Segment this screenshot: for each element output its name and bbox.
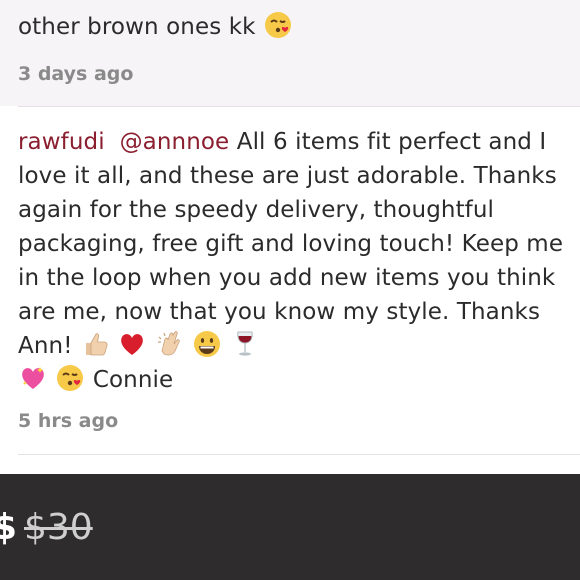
comment-signature: Connie xyxy=(92,367,174,393)
sparkling-heart-emoji-icon xyxy=(18,363,48,393)
previous-comment-message: other brown ones kk xyxy=(18,14,256,40)
comment-mention-link[interactable]: @annnoe xyxy=(120,129,230,155)
main-comment-timestamp: 5 hrs ago xyxy=(18,410,119,432)
previous-comment-text: other brown ones kk xyxy=(18,10,293,44)
previous-comment-timestamp: 3 days ago xyxy=(18,63,134,85)
wine-glass-emoji-icon xyxy=(230,329,260,359)
red-heart-emoji-icon xyxy=(117,329,147,359)
kissing-face-emoji-icon xyxy=(55,363,85,393)
grinning-face-emoji-icon xyxy=(192,329,222,359)
clapping-hands-emoji-icon xyxy=(155,329,185,359)
kissing-face-emoji-icon xyxy=(263,10,293,40)
original-price: $30 xyxy=(24,507,93,548)
comment-message: All 6 items fit perfect and I love it al… xyxy=(18,129,564,359)
thumbs-up-emoji-icon xyxy=(80,329,110,359)
previous-comment: other brown ones kk 3 days ago xyxy=(0,0,580,106)
comment-username-link[interactable]: rawfudi xyxy=(18,129,105,155)
price-bar: $ $30 xyxy=(0,474,580,580)
comment-divider xyxy=(18,454,580,455)
main-comment: rawfudi @annnoe All 6 items fit perfect … xyxy=(0,107,580,454)
main-comment-body: rawfudi @annnoe All 6 items fit perfect … xyxy=(18,125,566,397)
current-price-partial: $ xyxy=(0,507,18,548)
